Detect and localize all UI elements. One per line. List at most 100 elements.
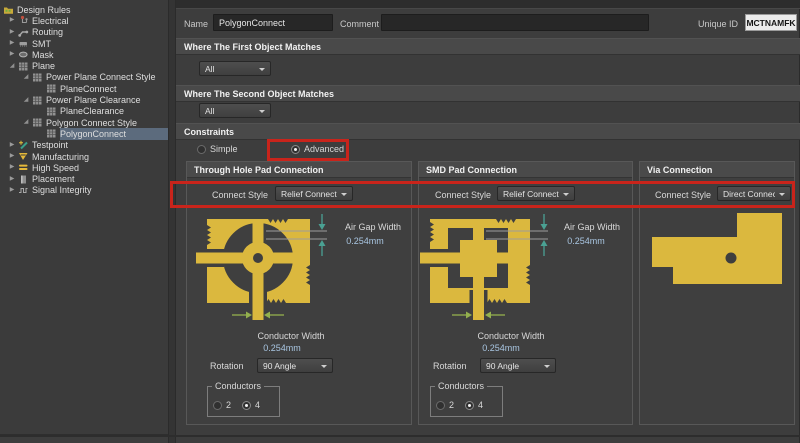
expander-icon[interactable] xyxy=(6,38,18,49)
second-object-matches-header: Where The Second Object Matches xyxy=(176,85,800,102)
radio-icon xyxy=(291,145,300,154)
expander-icon[interactable] xyxy=(6,15,18,26)
tree-item-power-plane-connect-style[interactable]: Power Plane Connect Style xyxy=(0,72,168,83)
tree-item-polygon-connect-style[interactable]: Polygon Connect Style xyxy=(0,117,168,128)
tree-item-planeconnect[interactable]: PlaneConnect xyxy=(0,83,168,94)
advanced-radio[interactable]: Advanced xyxy=(291,144,344,154)
rotation-label: Rotation xyxy=(210,361,244,371)
tree-item-label: PolygonConnect xyxy=(60,129,126,139)
smd-rotation-dropdown[interactable]: 90 Angle xyxy=(480,358,556,373)
chevron-down-icon xyxy=(341,193,347,199)
conductors-label: Conductors xyxy=(435,381,487,391)
through-hole-rotation-dropdown[interactable]: 90 Angle xyxy=(257,358,333,373)
radio-icon xyxy=(465,401,474,410)
connect-style-label: Connect Style xyxy=(655,190,711,200)
signal-integrity-icon xyxy=(18,185,29,196)
routing-icon xyxy=(18,27,29,38)
chevron-down-icon xyxy=(259,110,265,116)
radio-icon xyxy=(242,401,251,410)
expander-icon[interactable] xyxy=(6,185,18,196)
conductors-2-radio[interactable]: 2 xyxy=(213,400,231,410)
tree-item-polygonconnect[interactable]: PolygonConnect xyxy=(0,128,168,139)
simple-radio[interactable]: Simple xyxy=(197,144,238,154)
plane-icon xyxy=(18,61,29,72)
conductor-width-label: Conductor Width xyxy=(257,331,324,341)
rule-grid-icon xyxy=(46,128,57,139)
tree-item-smt[interactable]: SMT xyxy=(0,38,168,49)
unique-id-label: Unique ID xyxy=(698,19,738,29)
expander-icon[interactable] xyxy=(6,140,18,151)
first-object-scope-dropdown[interactable]: All xyxy=(199,61,271,76)
panel-splitter[interactable] xyxy=(168,0,176,443)
rule-grid-icon xyxy=(32,95,43,106)
rule-editor-panel: Name Comment Unique ID MCTNAMFK Where Th… xyxy=(176,0,800,443)
smd-conductors-group: Conductors 2 4 xyxy=(430,386,503,417)
tree-item-label: Signal Integrity xyxy=(32,185,92,195)
chevron-down-icon xyxy=(259,68,265,74)
chevron-down-icon xyxy=(321,365,327,371)
expander-icon[interactable] xyxy=(20,117,32,128)
expander-icon[interactable] xyxy=(6,162,18,173)
tree-item-high-speed[interactable]: High Speed xyxy=(0,162,168,173)
tree-item-routing[interactable]: Routing xyxy=(0,27,168,38)
bottom-border xyxy=(0,435,800,437)
connect-style-label: Connect Style xyxy=(435,190,491,200)
tree-item-power-plane-clearance[interactable]: Power Plane Clearance xyxy=(0,94,168,105)
rotation-label: Rotation xyxy=(433,361,467,371)
air-gap-width-value: 0.254mm xyxy=(567,236,605,246)
expander-icon[interactable] xyxy=(6,49,18,60)
through-hole-connect-style-dropdown[interactable]: Relief Connect xyxy=(275,186,353,201)
conductors-4-radio[interactable]: 4 xyxy=(242,400,260,410)
tree-item-manufacturing[interactable]: Manufacturing xyxy=(0,151,168,162)
tree-item-electrical[interactable]: Electrical xyxy=(0,15,168,26)
conductor-width-value: 0.254mm xyxy=(263,343,301,353)
expander-icon[interactable] xyxy=(6,151,18,162)
rule-grid-icon xyxy=(46,106,57,117)
expander-icon[interactable] xyxy=(6,27,18,38)
tree-item-design-rules[interactable]: Design Rules xyxy=(0,4,168,15)
rules-tree: Design Rules Electrical Routing SMT Mask… xyxy=(0,0,168,435)
connect-style-label: Connect Style xyxy=(212,190,268,200)
expander-icon[interactable] xyxy=(6,61,18,72)
air-gap-width-label: Air Gap Width xyxy=(564,222,620,232)
expander-icon[interactable] xyxy=(20,95,32,106)
chevron-down-icon xyxy=(544,365,550,371)
tree-item-testpoint[interactable]: Testpoint xyxy=(0,140,168,151)
radio-icon xyxy=(213,401,222,410)
tree-item-planeclearance[interactable]: PlaneClearance xyxy=(0,106,168,117)
tree-item-plane[interactable]: Plane xyxy=(0,60,168,71)
tree-item-label: Design Rules xyxy=(17,5,71,15)
name-input[interactable] xyxy=(213,14,333,31)
tree-item-placement[interactable]: Placement xyxy=(0,173,168,184)
high-speed-icon xyxy=(18,162,29,173)
smd-connect-style-dropdown[interactable]: Relief Connect xyxy=(497,186,575,201)
pcb-rules-editor-window: Design Rules Electrical Routing SMT Mask… xyxy=(0,0,800,443)
constraints-header: Constraints xyxy=(176,123,800,140)
chevron-down-icon xyxy=(563,193,569,199)
radio-icon xyxy=(197,145,206,154)
testpoint-icon xyxy=(18,140,29,151)
tree-item-mask[interactable]: Mask xyxy=(0,49,168,60)
conductors-2-radio[interactable]: 2 xyxy=(436,400,454,410)
unique-id-value: MCTNAMFK xyxy=(745,14,797,31)
smt-icon xyxy=(18,38,29,49)
rule-grid-icon xyxy=(32,117,43,128)
tree-item-label: PlaneConnect xyxy=(60,84,117,94)
second-object-scope-dropdown[interactable]: All xyxy=(199,103,271,118)
tree-item-label: PlaneClearance xyxy=(60,106,124,116)
tree-item-label: Mask xyxy=(32,50,54,60)
via-connect-style-dropdown[interactable]: Direct Connect xyxy=(717,186,791,201)
tree-item-signal-integrity[interactable]: Signal Integrity xyxy=(0,185,168,196)
conductors-4-radio[interactable]: 4 xyxy=(465,400,483,410)
tree-item-label: Testpoint xyxy=(32,140,68,150)
name-label: Name xyxy=(184,19,208,29)
comment-input[interactable] xyxy=(381,14,649,31)
tree-item-label: Power Plane Connect Style xyxy=(46,72,156,82)
tree-item-label: Manufacturing xyxy=(32,152,89,162)
tree-item-label: High Speed xyxy=(32,163,79,173)
panel-title: Through Hole Pad Connection xyxy=(187,162,411,178)
expander-icon[interactable] xyxy=(6,174,18,185)
expander-icon[interactable] xyxy=(20,72,32,83)
rule-grid-icon xyxy=(32,72,43,83)
tree-item-label: Polygon Connect Style xyxy=(46,118,137,128)
